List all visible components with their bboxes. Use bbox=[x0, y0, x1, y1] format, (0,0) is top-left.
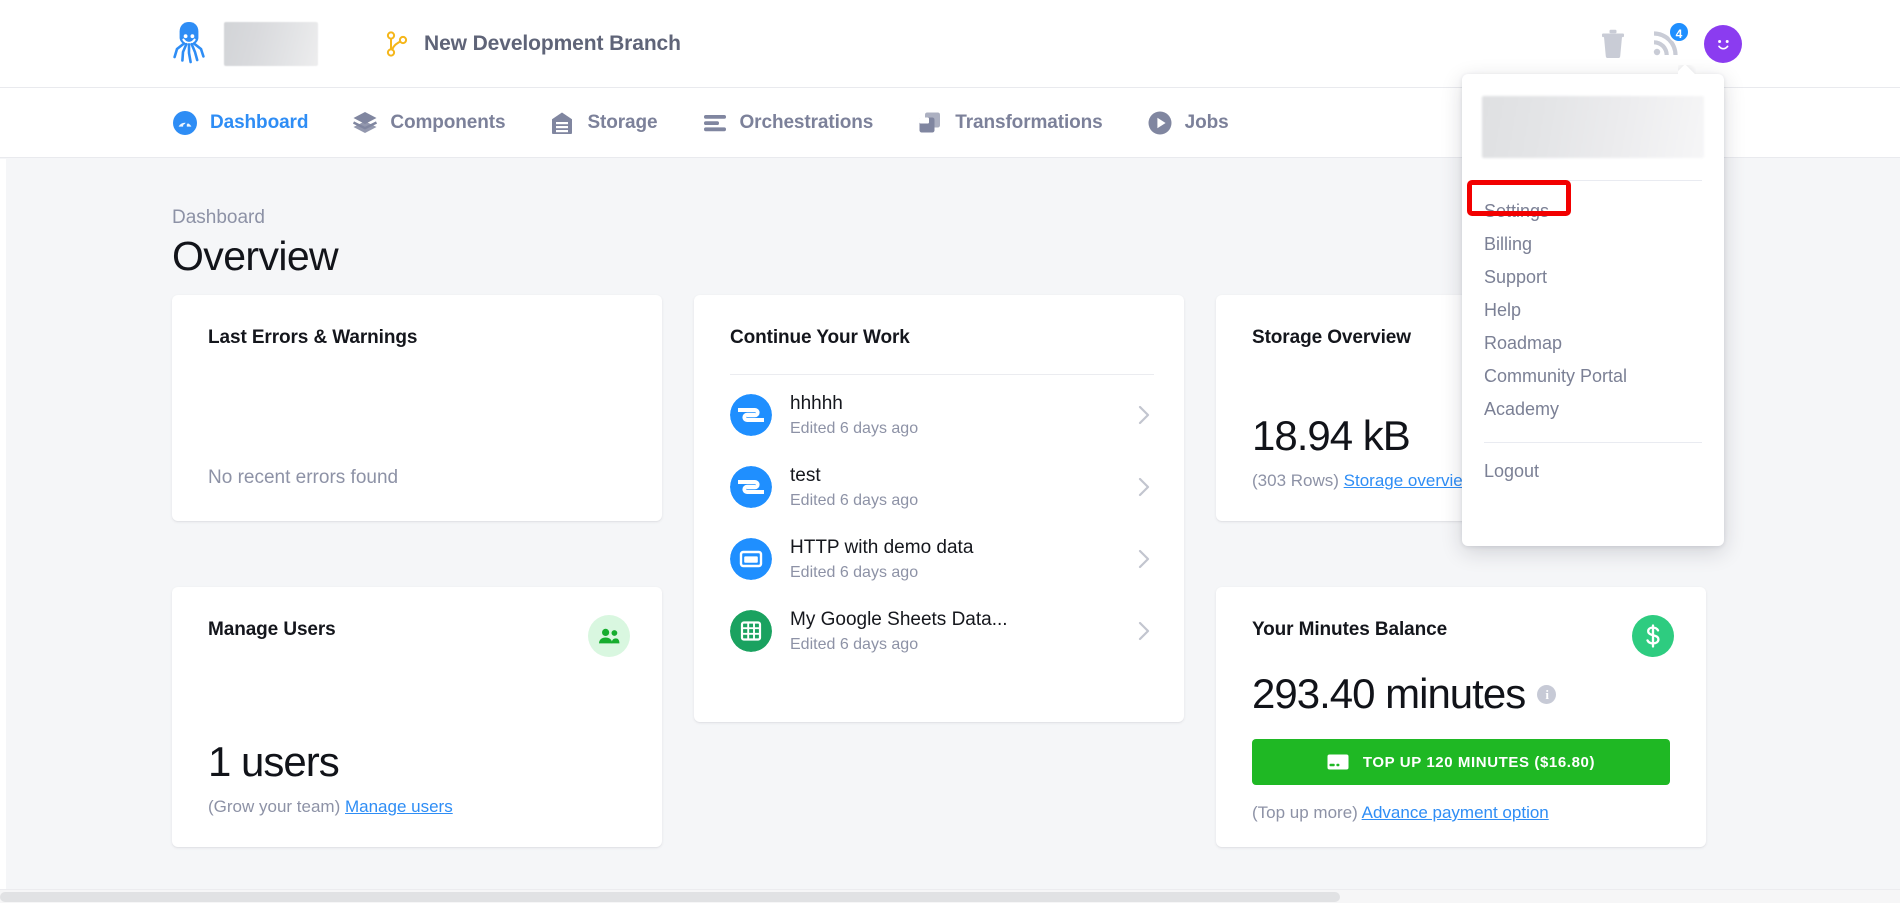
list-item[interactable]: HTTP with demo data Edited 6 days ago bbox=[730, 523, 1154, 595]
manage-users-link[interactable]: Manage users bbox=[345, 797, 453, 816]
item-meta: Edited 6 days ago bbox=[790, 635, 919, 653]
storage-overview-link[interactable]: Storage overview bbox=[1344, 471, 1475, 490]
card-title: Last Errors & Warnings bbox=[208, 327, 418, 348]
storage-icon bbox=[552, 112, 573, 134]
menu-item-roadmap[interactable]: Roadmap bbox=[1462, 327, 1724, 360]
app-root: New Development Branch 4 Dashboard Compo… bbox=[0, 0, 1900, 903]
card-title: Continue Your Work bbox=[730, 327, 910, 348]
nav-label: Components bbox=[390, 111, 506, 133]
item-name: My Google Sheets Data... bbox=[790, 609, 1008, 631]
credit-card-icon bbox=[1327, 754, 1349, 770]
card-title: Manage Users bbox=[208, 619, 336, 640]
info-icon[interactable]: i bbox=[1537, 685, 1557, 704]
card-title: Your Minutes Balance bbox=[1252, 619, 1448, 640]
card-minutes-balance: Your Minutes Balance 293.40 minutes i TO… bbox=[1216, 587, 1706, 847]
snowflake-sql-icon bbox=[730, 394, 772, 436]
nav-item-storage[interactable]: Storage bbox=[549, 110, 658, 136]
git-branch-icon bbox=[386, 30, 408, 57]
horizontal-scrollbar[interactable] bbox=[0, 889, 1900, 903]
avatar-face-icon bbox=[1718, 39, 1729, 50]
menu-item-settings[interactable]: Settings bbox=[1462, 195, 1724, 228]
errors-empty-text: No recent errors found bbox=[208, 467, 399, 488]
chevron-right-icon bbox=[1138, 549, 1150, 569]
jobs-icon bbox=[1148, 111, 1172, 134]
dollar-icon bbox=[1632, 615, 1674, 657]
minutes-sub-prefix: (Top up more) bbox=[1252, 803, 1358, 822]
advance-payment-link[interactable]: Advance payment option bbox=[1362, 803, 1549, 822]
nav-item-components[interactable]: Components bbox=[352, 110, 506, 136]
list-item[interactable]: hhhhh Edited 6 days ago bbox=[730, 379, 1154, 451]
menu-item-help[interactable]: Help bbox=[1462, 294, 1724, 327]
components-icon bbox=[353, 111, 378, 133]
nav-item-jobs[interactable]: Jobs bbox=[1147, 110, 1229, 136]
menu-item-billing[interactable]: Billing bbox=[1462, 228, 1724, 261]
nav-label: Orchestrations bbox=[739, 111, 874, 133]
nav-label: Transformations bbox=[955, 111, 1103, 133]
orchestrations-icon bbox=[703, 114, 726, 131]
user-menu-dropdown: Settings Billing Support Help Roadmap Co… bbox=[1462, 74, 1724, 546]
breadcrumb[interactable]: Dashboard bbox=[172, 207, 265, 229]
users-value: 1 users bbox=[208, 738, 340, 785]
branch-indicator[interactable]: New Development Branch bbox=[386, 30, 681, 57]
list-item[interactable]: My Google Sheets Data... Edited 6 days a… bbox=[730, 595, 1154, 667]
nav-item-orchestrations[interactable]: Orchestrations bbox=[702, 110, 874, 136]
transformations-icon bbox=[919, 112, 941, 132]
storage-value: 18.94 kB bbox=[1252, 412, 1411, 459]
nav-label: Jobs bbox=[1184, 111, 1229, 133]
item-name: hhhhh bbox=[790, 393, 843, 415]
http-extractor-icon bbox=[730, 538, 772, 580]
google-sheets-icon bbox=[730, 610, 772, 652]
divider bbox=[730, 374, 1154, 375]
top-up-button[interactable]: TOP UP 120 MINUTES ($16.80) bbox=[1252, 739, 1670, 785]
left-gutter bbox=[0, 159, 6, 903]
item-name: HTTP with demo data bbox=[790, 537, 974, 559]
top-up-label: TOP UP 120 MINUTES ($16.80) bbox=[1362, 753, 1596, 771]
keboola-octopus-logo-icon[interactable] bbox=[172, 21, 206, 67]
item-name: test bbox=[790, 465, 821, 487]
menu-item-logout[interactable]: Logout bbox=[1462, 455, 1724, 488]
brand-area[interactable] bbox=[172, 21, 318, 67]
nav-item-dashboard[interactable]: Dashboard bbox=[172, 110, 308, 136]
trash-button[interactable] bbox=[1600, 29, 1626, 59]
users-sub-prefix: (Grow your team) bbox=[208, 797, 341, 816]
item-meta: Edited 6 days ago bbox=[790, 419, 919, 437]
nav-label: Storage bbox=[587, 111, 658, 133]
storage-sub-prefix: (303 Rows) bbox=[1252, 471, 1339, 490]
card-last-errors: Last Errors & Warnings No recent errors … bbox=[172, 295, 662, 521]
people-icon bbox=[588, 615, 630, 657]
trash-icon bbox=[1602, 29, 1624, 58]
minutes-value-row: 293.40 minutes i bbox=[1252, 673, 1670, 715]
item-meta: Edited 6 days ago bbox=[790, 491, 919, 509]
scrollbar-thumb[interactable] bbox=[0, 892, 1340, 902]
snowflake-sql-icon bbox=[730, 466, 772, 508]
menu-item-support[interactable]: Support bbox=[1462, 261, 1724, 294]
minutes-value: 293.40 minutes bbox=[1252, 670, 1526, 717]
dashboard-icon bbox=[173, 110, 197, 135]
account-info-redacted bbox=[1482, 96, 1704, 158]
page-title: Overview bbox=[172, 233, 339, 279]
top-bar-actions: 4 bbox=[1600, 20, 1742, 63]
dropdown-caret bbox=[1678, 65, 1696, 74]
item-meta: Edited 6 days ago bbox=[790, 563, 919, 581]
user-avatar[interactable] bbox=[1704, 24, 1742, 63]
menu-item-community-portal[interactable]: Community Portal bbox=[1462, 360, 1724, 393]
project-name-redacted[interactable] bbox=[224, 21, 318, 66]
list-item[interactable]: test Edited 6 days ago bbox=[730, 451, 1154, 523]
card-continue-work: Continue Your Work hhhhh Edited 6 days a… bbox=[694, 295, 1184, 722]
continue-work-list: hhhhh Edited 6 days ago test Edited 6 da… bbox=[730, 379, 1154, 667]
feed-badge: 4 bbox=[1668, 20, 1690, 43]
chevron-right-icon bbox=[1138, 621, 1150, 641]
divider bbox=[1484, 442, 1702, 443]
nav-label: Dashboard bbox=[210, 111, 309, 133]
chevron-right-icon bbox=[1138, 477, 1150, 497]
branch-label: New Development Branch bbox=[424, 31, 681, 55]
user-menu-list: Settings Billing Support Help Roadmap Co… bbox=[1462, 181, 1724, 426]
card-manage-users: Manage Users 1 users (Grow your team) Ma… bbox=[172, 587, 662, 847]
chevron-right-icon bbox=[1138, 405, 1150, 425]
activity-feed-button[interactable]: 4 bbox=[1652, 20, 1690, 57]
menu-item-academy[interactable]: Academy bbox=[1462, 393, 1724, 426]
nav-item-transformations[interactable]: Transformations bbox=[917, 110, 1103, 136]
